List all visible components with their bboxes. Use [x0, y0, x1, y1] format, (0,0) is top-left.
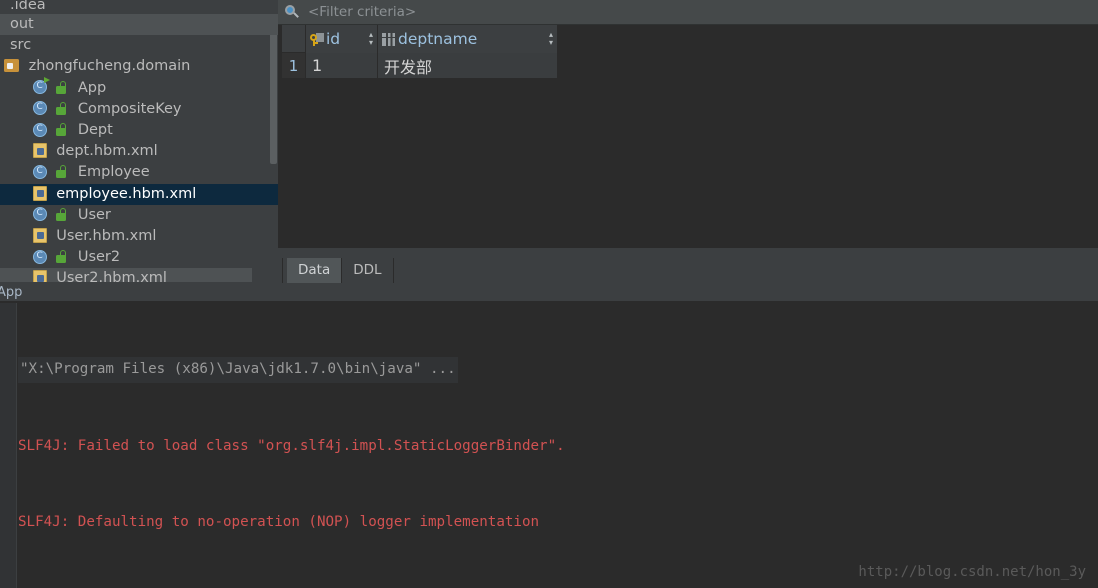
- sort-arrows-icon[interactable]: ▴ ▾: [359, 31, 373, 47]
- tree-item-src[interactable]: src: [0, 35, 278, 56]
- public-lock-icon: [56, 250, 67, 264]
- search-filter-icon[interactable]: [283, 4, 300, 21]
- tree-item-file-employee-hbm-xml[interactable]: employee.hbm.xml: [0, 183, 278, 205]
- xml-file-icon: [32, 270, 47, 283]
- tree-item-out[interactable]: out: [0, 14, 278, 36]
- grid-column-label: deptname: [398, 30, 478, 48]
- tab-divider: [282, 258, 283, 283]
- tree-item-file-dept-hbm-xml[interactable]: dept.hbm.xml: [0, 141, 278, 162]
- java-class-icon: C: [32, 77, 50, 95]
- java-class-icon: C: [32, 101, 47, 116]
- row-number: 1: [282, 53, 306, 78]
- table-row[interactable]: 1 1 开发部: [282, 53, 558, 78]
- tree-item-label: App: [77, 79, 107, 96]
- grid-column-label: id: [326, 30, 341, 48]
- primary-key-icon: [310, 32, 324, 46]
- grid-rownum-header: [282, 25, 306, 52]
- watermark-url: http://blog.csdn.net/hon_3y: [858, 564, 1086, 580]
- tree-item-label: Employee: [77, 164, 150, 181]
- java-class-icon: C: [32, 207, 47, 222]
- xml-file-icon: [32, 185, 47, 201]
- public-lock-icon: [56, 207, 67, 221]
- ide-window: .idea out src zhongfucheng.domain C App …: [0, 0, 1098, 588]
- console-line-error: SLF4J: Defaulting to no-operation (NOP) …: [18, 514, 540, 530]
- tree-item-label: User2.hbm.xml: [56, 270, 167, 283]
- tab-data[interactable]: Data: [287, 258, 343, 283]
- tree-item-class-user[interactable]: C User: [0, 205, 278, 226]
- tree-item-label: .idea: [10, 0, 46, 13]
- tree-item-label: User: [77, 206, 111, 223]
- filter-bar[interactable]: <Filter criteria>: [278, 0, 1098, 25]
- public-lock-icon: [56, 165, 67, 179]
- tree-item-class-dept[interactable]: C Dept: [0, 120, 278, 141]
- console-line-error: SLF4J: Failed to load class "org.slf4j.i…: [18, 437, 565, 454]
- console-gutter: [0, 303, 17, 588]
- java-class-icon: C: [32, 122, 47, 137]
- breadcrumb-label: App: [0, 285, 23, 300]
- run-console[interactable]: "X:\Program Files (x86)\Java\jdk1.7.0\bi…: [0, 303, 1098, 588]
- filter-criteria-input[interactable]: <Filter criteria>: [308, 4, 416, 20]
- tree-item-file-user2-hbm-xml[interactable]: User2.hbm.xml: [0, 268, 252, 283]
- xml-file-icon: [32, 143, 47, 159]
- breadcrumb: App: [0, 283, 1098, 302]
- console-output: "X:\Program Files (x86)\Java\jdk1.7.0\bi…: [18, 306, 1098, 588]
- tree-item-label: employee.hbm.xml: [56, 185, 197, 202]
- tree-item-class-compositekey[interactable]: C CompositeKey: [0, 99, 278, 120]
- grid-column-header-deptname[interactable]: deptname ▴ ▾: [378, 25, 558, 53]
- tree-item-label: CompositeKey: [77, 100, 182, 117]
- tree-item-label: zhongfucheng.domain: [28, 58, 191, 75]
- grid-tab-bar: Data DDL: [278, 247, 1098, 283]
- tree-item-class-user2[interactable]: C User2: [0, 247, 278, 268]
- sort-arrows-icon[interactable]: ▴ ▾: [539, 31, 553, 47]
- table-column-icon: [382, 32, 395, 46]
- tree-item-file-user-hbm-xml[interactable]: User.hbm.xml: [0, 226, 278, 247]
- tree-item-class-app[interactable]: C App: [0, 77, 278, 99]
- tree-item-package-zhongfucheng-domain[interactable]: zhongfucheng.domain: [0, 56, 278, 77]
- grid-header-row: id ▴ ▾ deptname ▴ ▾: [282, 25, 558, 53]
- tab-ddl[interactable]: DDL: [342, 258, 394, 283]
- run-marker-icon: [43, 77, 50, 84]
- database-data-panel: <Filter criteria> id ▴ ▾ deptname ▴ ▾ 1 …: [278, 0, 1098, 283]
- tree-item-idea[interactable]: .idea: [0, 0, 278, 14]
- tree-item-class-employee[interactable]: C Employee: [0, 162, 278, 183]
- tree-item-label: out: [10, 16, 34, 32]
- project-tree-panel[interactable]: .idea out src zhongfucheng.domain C App …: [0, 0, 278, 283]
- tree-item-label: User.hbm.xml: [56, 227, 157, 244]
- public-lock-icon: [56, 123, 67, 137]
- java-class-icon: C: [32, 249, 47, 264]
- result-grid[interactable]: id ▴ ▾ deptname ▴ ▾ 1 1 开发部: [278, 25, 1098, 247]
- console-line-command: "X:\Program Files (x86)\Java\jdk1.7.0\bi…: [18, 357, 458, 383]
- grid-column-header-id[interactable]: id ▴ ▾: [306, 25, 378, 53]
- xml-file-icon: [32, 227, 47, 243]
- public-lock-icon: [56, 80, 67, 94]
- java-class-icon: C: [32, 164, 47, 179]
- cell-id[interactable]: 1: [306, 53, 378, 78]
- cell-deptname[interactable]: 开发部: [378, 53, 558, 78]
- tree-item-label: User2: [77, 249, 121, 266]
- package-icon: [4, 59, 19, 73]
- public-lock-icon: [56, 101, 67, 115]
- tree-item-label: src: [10, 37, 32, 54]
- tree-item-label: Dept: [77, 121, 113, 138]
- tree-item-label: dept.hbm.xml: [56, 143, 158, 160]
